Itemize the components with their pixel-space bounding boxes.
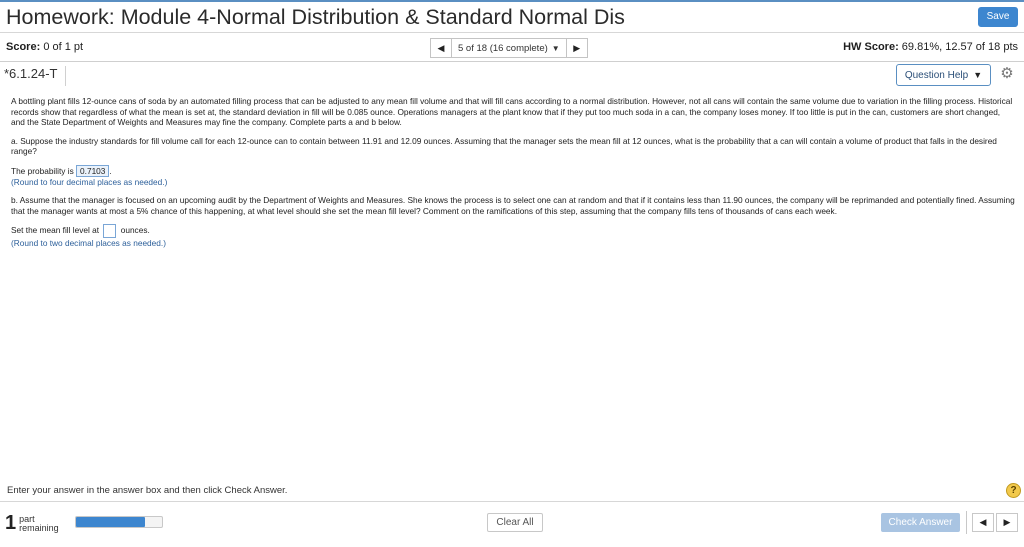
answer-a-box[interactable]: 0.7103 <box>76 164 110 177</box>
answer-b-suffix: ounces. <box>120 225 150 236</box>
parts-label: part remaining <box>19 515 59 533</box>
next-button[interactable]: ▶ <box>996 513 1018 532</box>
question-intro: A bottling plant fills 12-ounce cans of … <box>11 96 1013 127</box>
hw-score-label: HW Score: <box>843 41 899 53</box>
title-bar: Homework: Module 4-Normal Distribution &… <box>0 0 1024 33</box>
question-content: A bottling plant fills 12-ounce cans of … <box>11 96 1016 257</box>
page-title: Homework: Module 4-Normal Distribution &… <box>6 5 625 29</box>
hint-b: (Round to two decimal places as needed.) <box>11 238 166 248</box>
answer-a-prefix: The probability is <box>11 165 74 176</box>
check-answer-button[interactable]: Check Answer <box>881 513 960 532</box>
left-triangle-icon: ◀ <box>437 42 445 53</box>
hw-score-value: 69.81%, 12.57 of 18 pts <box>901 41 1018 53</box>
answer-a-line: The probability is 0.7103. <box>11 164 1016 177</box>
answer-b-input[interactable] <box>103 224 117 238</box>
divider <box>0 501 1024 502</box>
caret-down-icon: ▼ <box>551 43 560 53</box>
question-help-button[interactable]: Question Help ▼ <box>896 64 991 86</box>
answer-instruction: Enter your answer in the answer box and … <box>7 485 288 496</box>
question-select[interactable]: 5 of 18 (16 complete) ▼ <box>452 38 566 58</box>
gear-icon[interactable]: ⚙ <box>999 66 1015 82</box>
question-select-label: 5 of 18 (16 complete) <box>458 42 548 54</box>
hw-score: HW Score: 69.81%, 12.57 of 18 pts <box>843 41 1018 53</box>
question-help-label: Question Help <box>904 69 969 81</box>
divider <box>966 511 967 534</box>
question-nav: ◀ 5 of 18 (16 complete) ▼ ▶ <box>430 38 588 58</box>
part-b-text: b. Assume that the manager is focused on… <box>11 195 1015 216</box>
prev-question-button[interactable]: ◀ <box>430 38 452 58</box>
help-icon[interactable]: ? <box>1006 483 1021 498</box>
hint-a: (Round to four decimal places as needed.… <box>11 176 168 187</box>
score-value: 0 of 1 pt <box>43 41 84 53</box>
score-bar: Score: 0 of 1 pt ◀ 5 of 18 (16 complete)… <box>0 34 1024 62</box>
progress-bar <box>75 516 163 528</box>
question-id: *6.1.24-T <box>4 66 67 86</box>
answer-a-suffix: . <box>109 165 112 176</box>
question-id-bar: *6.1.24-T Question Help ▼ ⚙ <box>0 63 1024 88</box>
next-question-button[interactable]: ▶ <box>565 38 588 58</box>
left-triangle-icon: ◀ <box>979 517 987 527</box>
part-a-text: a. Suppose the industry standards for fi… <box>11 135 997 157</box>
parts-label-line-2: remaining <box>19 523 59 533</box>
progress-fill <box>76 517 145 527</box>
prev-button[interactable]: ◀ <box>972 513 994 532</box>
save-button[interactable]: Save <box>978 7 1018 27</box>
parts-remaining: 1 part remaining <box>5 513 59 533</box>
right-triangle-icon: ▶ <box>1003 517 1011 527</box>
right-triangle-icon: ▶ <box>573 42 581 53</box>
score-label: Score: <box>6 41 41 53</box>
caret-down-icon: ▼ <box>973 70 983 80</box>
answer-b-line: Set the mean fill level at ounces. <box>11 224 1016 238</box>
clear-all-button[interactable]: Clear All <box>487 513 543 532</box>
answer-b-prefix: Set the mean fill level at <box>11 225 100 236</box>
parts-count: 1 <box>5 512 17 534</box>
score: Score: 0 of 1 pt <box>6 41 83 53</box>
